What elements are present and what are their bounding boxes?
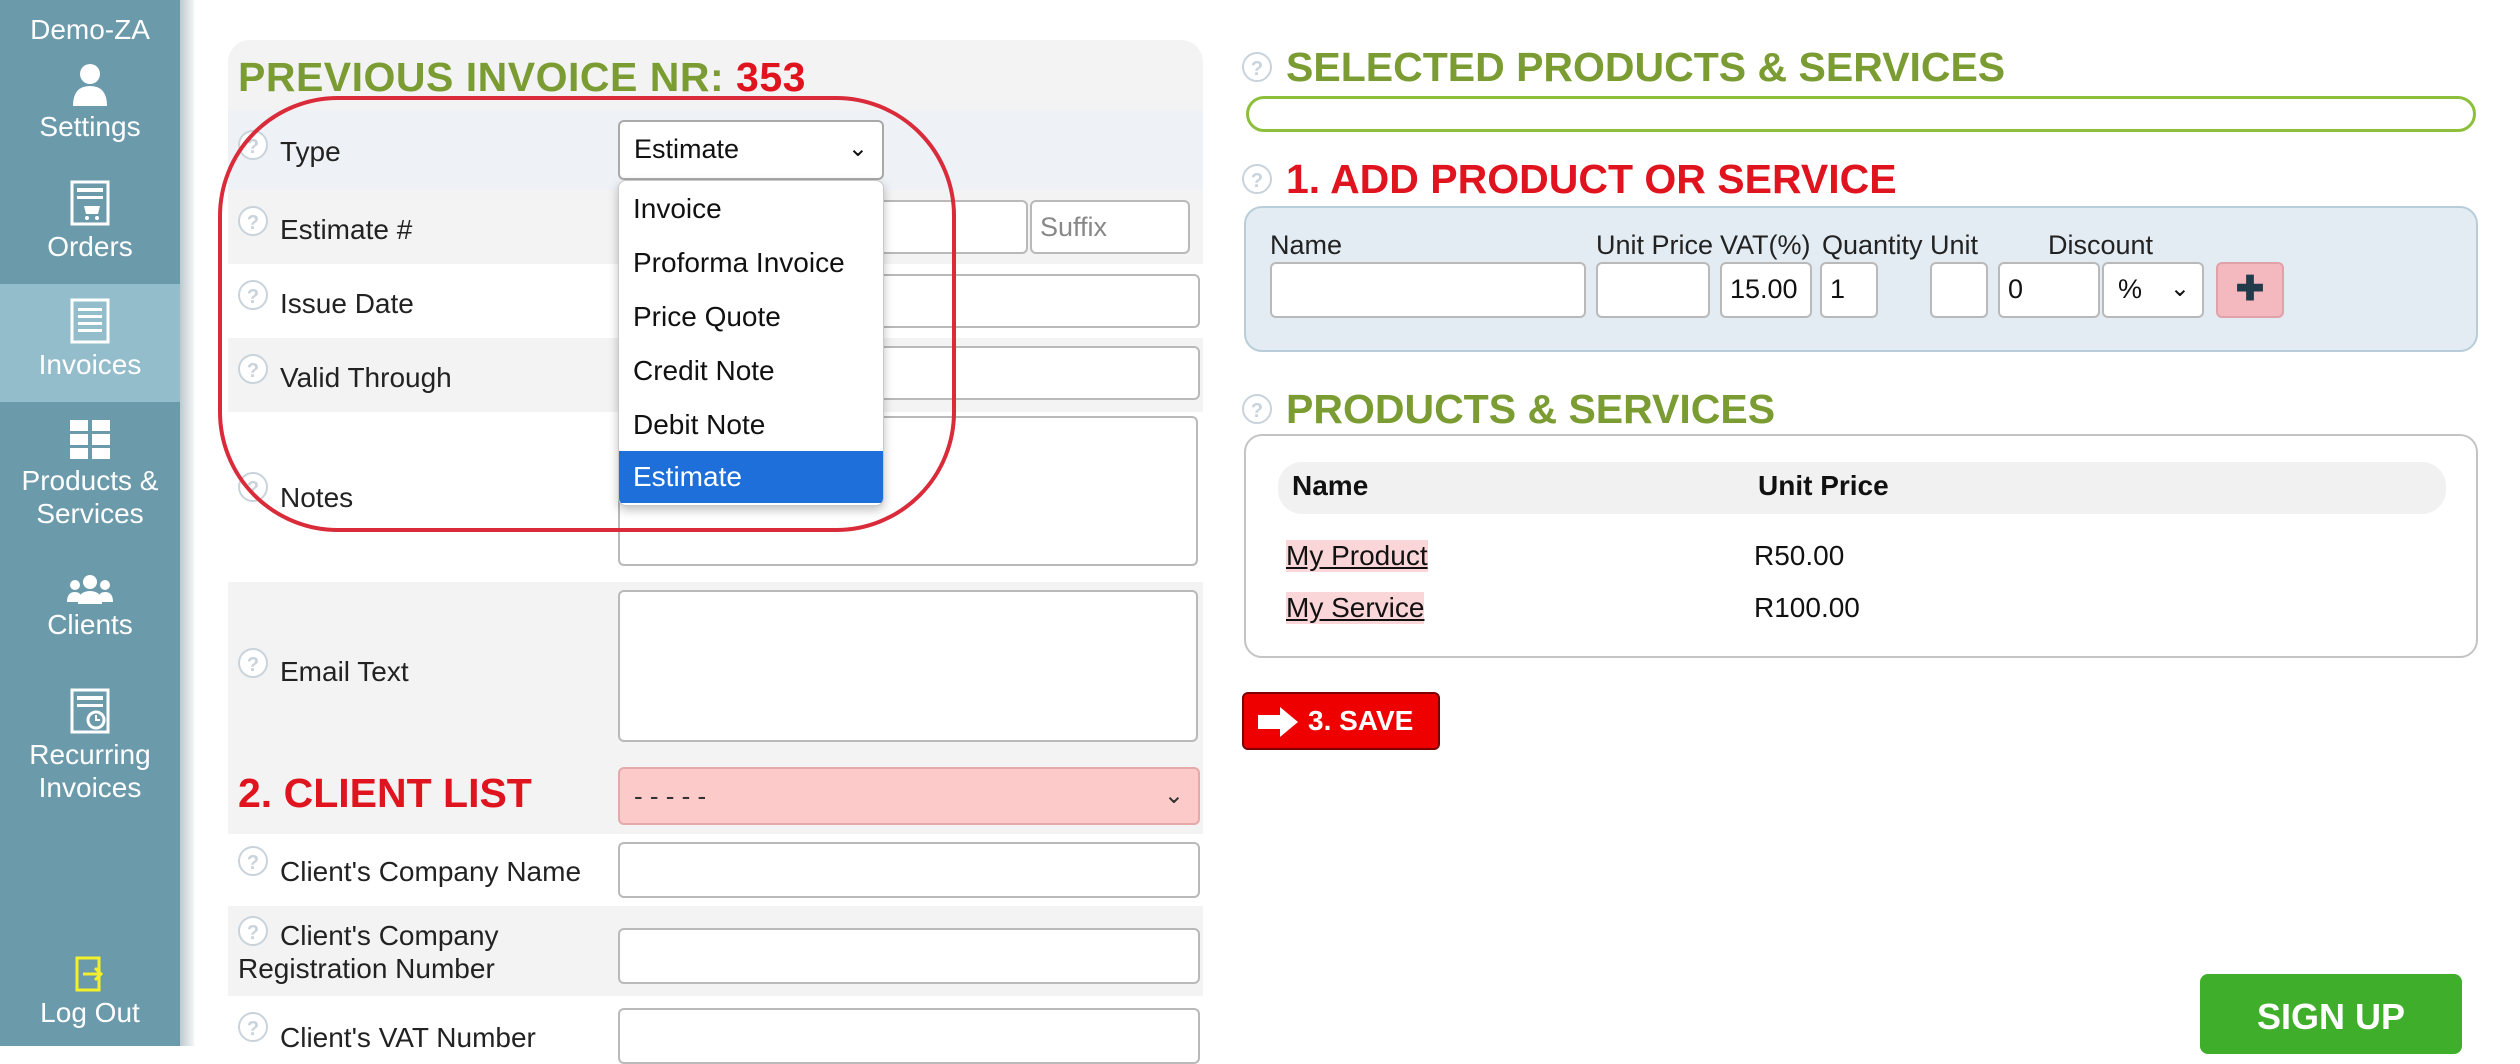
email-text-label: Email Text — [280, 656, 409, 687]
col-quantity-label: Quantity — [1822, 230, 1923, 260]
client-select[interactable]: - - - - - ⌄ — [618, 767, 1200, 825]
suffix-input[interactable]: Suffix — [1030, 200, 1190, 254]
sidebar-item-orders[interactable]: Orders — [0, 180, 180, 280]
signup-button[interactable]: SIGN UP — [2200, 974, 2462, 1054]
chevron-down-icon: ⌄ — [1163, 782, 1184, 809]
product-price: R100.00 — [1754, 592, 1860, 623]
previous-invoice-number: 353 — [736, 54, 806, 100]
sidebar-item-label: Recurring — [29, 739, 151, 770]
company-name-input[interactable] — [618, 842, 1200, 898]
add-product-heading: 1. ADD PRODUCT OR SERVICE — [1286, 156, 1897, 202]
vat-number-label: Client's VAT Number — [280, 1022, 536, 1053]
email-text-row: ? Email Text — [228, 582, 1203, 760]
sidebar-item-label: Log Out — [40, 997, 140, 1028]
help-icon[interactable]: ? — [1242, 52, 1272, 82]
products-table: Name Unit Price My Product R50.00 My Ser… — [1244, 434, 2478, 658]
sidebar-item-settings[interactable]: Settings — [0, 62, 180, 162]
document-icon — [70, 298, 110, 344]
company-name-label: Client's Company Name — [280, 856, 582, 887]
header-name: Name — [1292, 470, 1369, 501]
sidebar-item-clients[interactable]: Clients — [0, 574, 180, 664]
col-discount-label: Discount — [2048, 230, 2154, 260]
calendar-clock-icon — [70, 688, 110, 734]
selected-products-bar — [1246, 96, 2476, 132]
sidebar-item-label: Orders — [47, 231, 133, 262]
highlight-annotation — [218, 96, 956, 532]
brand-name: Demo-ZA — [30, 14, 150, 45]
cart-icon — [70, 180, 110, 226]
unit-input[interactable] — [1930, 262, 1988, 318]
product-link-my-product[interactable]: My Product — [1286, 540, 1428, 572]
previous-invoice-heading: PREVIOUS INVOICE NR: 353 — [238, 54, 806, 101]
client-list-heading: 2. CLIENT LIST — [238, 770, 532, 816]
product-name-input[interactable] — [1270, 262, 1586, 318]
help-icon[interactable]: ? — [238, 916, 268, 946]
plus-icon: ✚ — [2235, 270, 2265, 308]
col-vat-label: VAT(%) — [1720, 230, 1811, 260]
previous-invoice-label: PREVIOUS INVOICE NR: — [238, 54, 725, 100]
sidebar-item-invoices[interactable]: Invoices — [0, 284, 180, 402]
col-unit-label: Unit — [1930, 230, 1979, 260]
sidebar-item-label: Invoices — [38, 772, 142, 803]
company-name-row: ? Client's Company Name — [228, 834, 1203, 906]
logout-icon — [75, 956, 104, 992]
client-select-value: - - - - - — [634, 781, 707, 811]
sidebar-shadow — [180, 0, 194, 1046]
selected-products-heading: SELECTED PRODUCTS & SERVICES — [1286, 44, 2006, 90]
col-unit-price-label: Unit Price — [1596, 230, 1714, 260]
sidebar-item-products-services[interactable]: Products & Services — [0, 420, 180, 550]
help-icon[interactable]: ? — [238, 846, 268, 876]
chevron-down-icon: ⌄ — [2169, 275, 2190, 302]
header-unit-price: Unit Price — [1758, 470, 1889, 501]
arrow-right-icon — [1258, 707, 1298, 737]
vat-number-input[interactable] — [618, 1008, 1200, 1064]
col-name-label: Name — [1270, 230, 1343, 260]
email-text-textarea[interactable] — [618, 590, 1198, 742]
quantity-input[interactable]: 1 — [1820, 262, 1878, 318]
grid-icon — [70, 420, 110, 459]
discount-input[interactable]: 0 — [1998, 262, 2100, 318]
company-reg-row: ? Client's Company Registration Number — [228, 906, 1203, 996]
save-button-label: 3. SAVE — [1308, 705, 1414, 736]
sidebar: Demo-ZA Settings Orders Invoices Product… — [0, 0, 180, 1046]
product-price: R50.00 — [1754, 540, 1845, 571]
sidebar-item-label: Services — [36, 498, 144, 529]
products-table-header: Name Unit Price — [1278, 462, 2446, 514]
user-icon — [73, 64, 107, 106]
help-icon[interactable]: ? — [238, 1012, 268, 1042]
products-services-heading: PRODUCTS & SERVICES — [1286, 386, 1776, 432]
company-reg-input[interactable] — [618, 928, 1200, 984]
company-reg-label-line2: Registration Number — [238, 953, 495, 984]
company-reg-label-line1: Client's Company — [280, 920, 499, 951]
sidebar-item-label: Invoices — [38, 349, 142, 380]
suffix-placeholder: Suffix — [1040, 212, 1108, 242]
unit-price-input[interactable] — [1596, 262, 1710, 318]
sidebar-item-recurring-invoices[interactable]: Recurring Invoices — [0, 688, 180, 818]
sidebar-item-label: Settings — [39, 111, 141, 142]
sidebar-item-logout[interactable]: Log Out — [0, 956, 180, 1046]
vat-number-row: ? Client's VAT Number — [228, 996, 1203, 1064]
add-product-button[interactable]: ✚ — [2216, 262, 2284, 318]
product-link-my-service[interactable]: My Service — [1286, 592, 1425, 624]
save-button[interactable]: 3. SAVE — [1242, 692, 1440, 750]
vat-input[interactable]: 15.00 — [1720, 262, 1812, 318]
help-icon[interactable]: ? — [1242, 394, 1272, 424]
sidebar-item-label: Clients — [47, 609, 133, 640]
discount-type-select[interactable]: % ⌄ — [2102, 262, 2204, 318]
sidebar-item-label: Products & — [21, 465, 159, 496]
discount-type-value: % — [2118, 274, 2143, 304]
help-icon[interactable]: ? — [1242, 164, 1272, 194]
group-icon — [67, 575, 113, 604]
help-icon[interactable]: ? — [238, 648, 268, 678]
